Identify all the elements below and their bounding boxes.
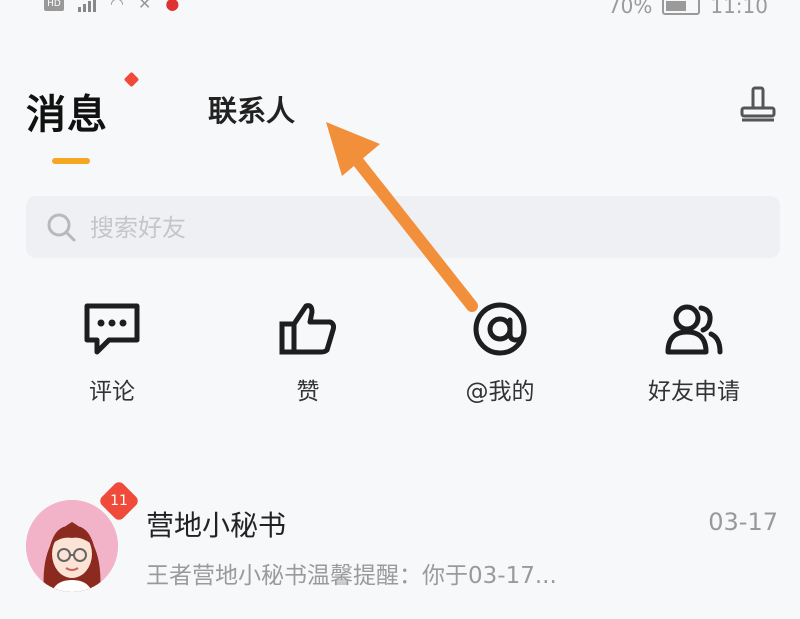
battery-icon — [662, 0, 701, 15]
wifi-icon: ◠ — [110, 0, 124, 13]
search-icon — [47, 213, 76, 242]
messages-new-dot — [123, 71, 140, 88]
conversation-name: 营地小秘书 — [146, 509, 287, 542]
conversation-time: 03-17 — [708, 508, 778, 536]
quick-mentions-label: @我的 — [465, 379, 535, 405]
tutorial-arrow-icon — [326, 122, 478, 312]
comment-icon — [84, 303, 140, 355]
quick-like-label: 赞 — [296, 379, 320, 405]
quick-friend-requests[interactable]: 好友申请 — [624, 300, 764, 406]
clock: 11:10 — [710, 0, 768, 18]
friend-request-icon — [665, 304, 723, 355]
status-bar: HD ◠ ✕ ● 70% 11:10 — [0, 0, 800, 28]
active-tab-indicator — [52, 158, 90, 164]
conversation-preview: 王者营地小秘书温馨提醒：你于03-17... — [146, 563, 557, 589]
unread-count: 11 — [110, 493, 128, 509]
quick-friend-requests-label: 好友申请 — [648, 379, 740, 405]
mute-icon: ✕ — [137, 0, 152, 13]
clear-unread-icon[interactable] — [736, 84, 780, 128]
status-left: HD ◠ ✕ ● — [44, 0, 179, 13]
hd-indicator: HD — [44, 0, 64, 11]
mic-icon: ● — [165, 0, 180, 13]
signal-icon — [78, 0, 96, 12]
quick-comment-label: 评论 — [89, 379, 135, 405]
battery-percent: 70% — [607, 0, 653, 18]
unread-badge: 11 — [97, 479, 141, 523]
tab-contacts[interactable]: 联系人 — [208, 88, 295, 130]
status-right: 70% 11:10 — [608, 0, 768, 18]
quick-comment[interactable]: 评论 — [42, 300, 182, 406]
tab-messages[interactable]: 消息 — [26, 82, 108, 140]
